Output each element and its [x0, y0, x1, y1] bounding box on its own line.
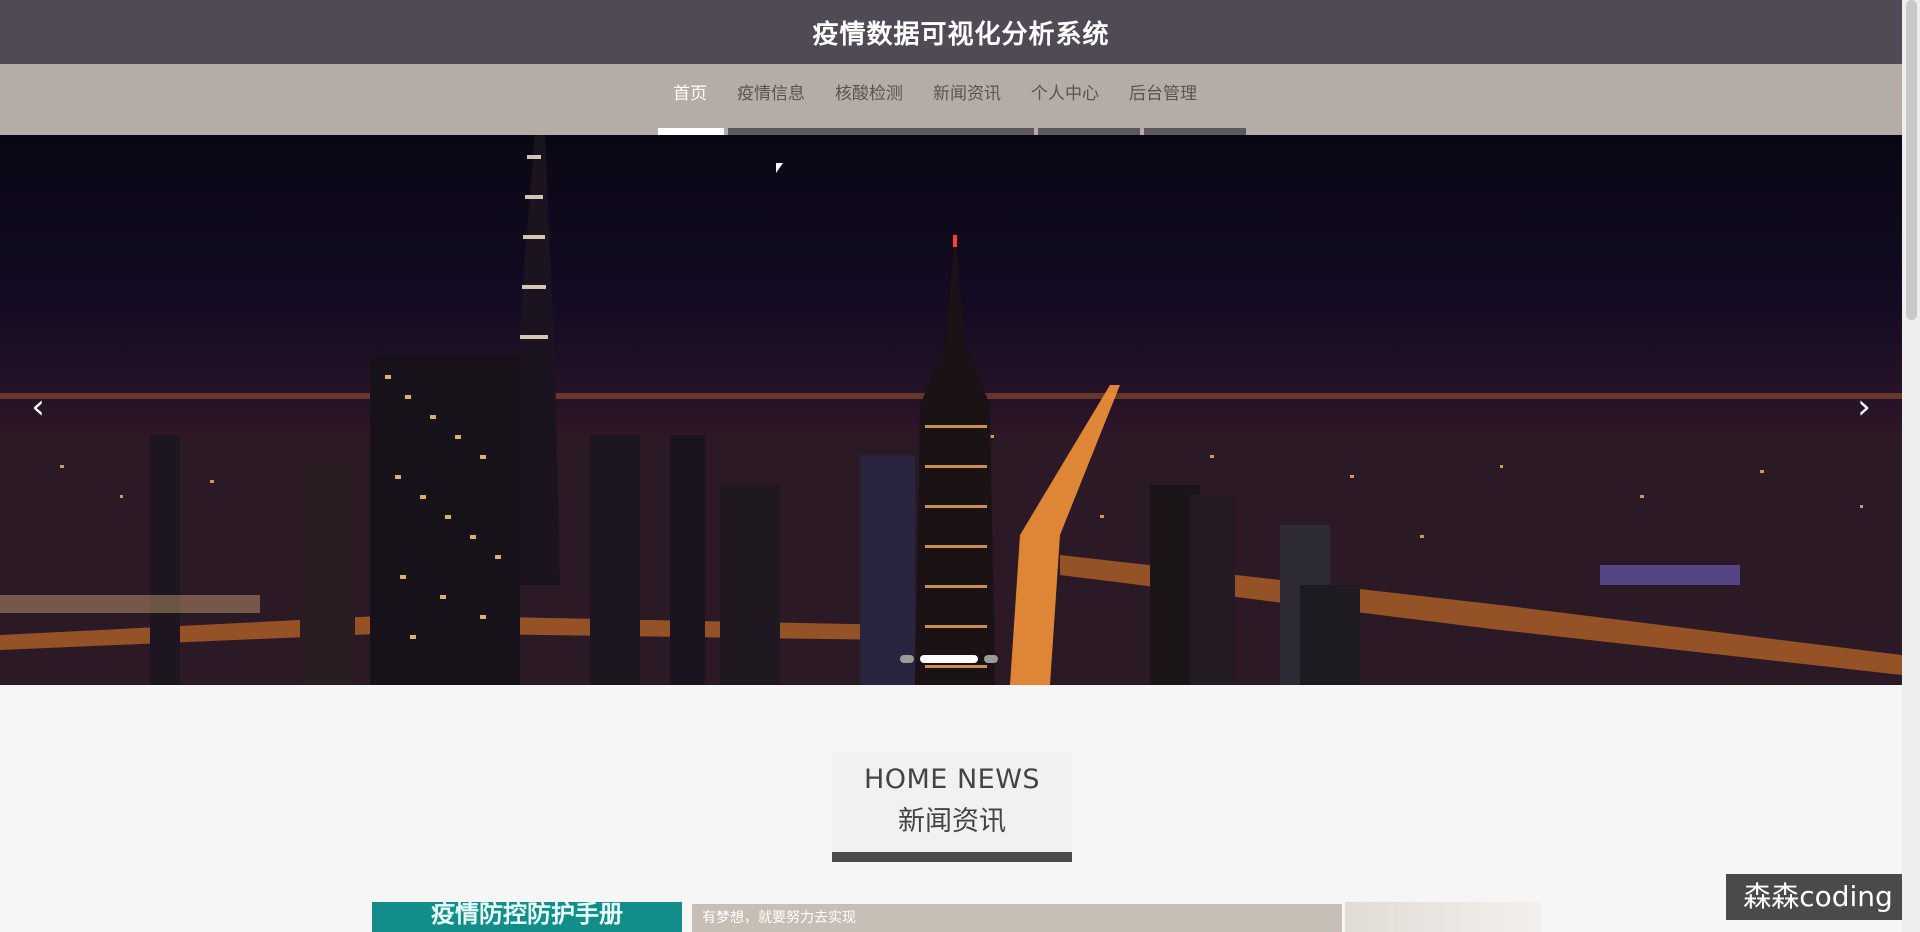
nav-underline-group-1: [728, 128, 1034, 135]
chevron-left-icon: ‹: [31, 387, 45, 427]
nav-item-personal-center[interactable]: 个人中心: [1016, 64, 1114, 135]
mouse-cursor-icon: [776, 163, 783, 173]
news-title-zh: 新闻资讯: [898, 806, 1006, 837]
nav-item-news[interactable]: 新闻资讯: [918, 64, 1016, 135]
hero-carousel: ‹ ›: [0, 135, 1902, 685]
watermark: 森森coding: [1726, 874, 1910, 920]
chevron-right-icon: ›: [1857, 387, 1871, 427]
nav-menu: 首页 疫情信息 核酸检测 新闻资讯 个人中心 后台管理: [658, 64, 1212, 135]
carousel-indicators: [900, 655, 998, 663]
news-title-en: HOME NEWS: [863, 764, 1041, 795]
news-item-fade: [1345, 902, 1541, 932]
news-item-summary[interactable]: 有梦想，就要努力去实现: [692, 904, 1342, 932]
page-scrollbar[interactable]: [1902, 0, 1920, 932]
carousel-prev-button[interactable]: ‹: [18, 387, 58, 427]
news-item-thumbnail[interactable]: 疫情防控防护手册: [372, 902, 682, 932]
carousel-next-button[interactable]: ›: [1844, 387, 1884, 427]
carousel-dot-2[interactable]: [920, 655, 978, 663]
nav-item-admin[interactable]: 后台管理: [1114, 64, 1212, 135]
nav-underline-admin: [1144, 128, 1246, 135]
site-title: 疫情数据可视化分析系统: [812, 19, 1110, 50]
news-title-underline: [832, 852, 1072, 862]
nav-active-indicator: [658, 128, 724, 135]
carousel-dot-3[interactable]: [984, 655, 998, 663]
nav-item-nucleic-test[interactable]: 核酸检测: [820, 64, 918, 135]
nav-item-home[interactable]: 首页: [658, 64, 722, 135]
city-night-skyline-image: [0, 135, 1902, 685]
carousel-dot-1[interactable]: [900, 655, 914, 663]
news-section-header: HOME NEWS 新闻资讯: [832, 752, 1072, 862]
scrollbar-thumb[interactable]: [1906, 0, 1917, 320]
nav-item-epidemic-info[interactable]: 疫情信息: [722, 64, 820, 135]
main-navbar: 首页 疫情信息 核酸检测 新闻资讯 个人中心 后台管理: [0, 64, 1902, 135]
site-header: 疫情数据可视化分析系统: [0, 0, 1902, 64]
nav-underline-personal: [1038, 128, 1140, 135]
